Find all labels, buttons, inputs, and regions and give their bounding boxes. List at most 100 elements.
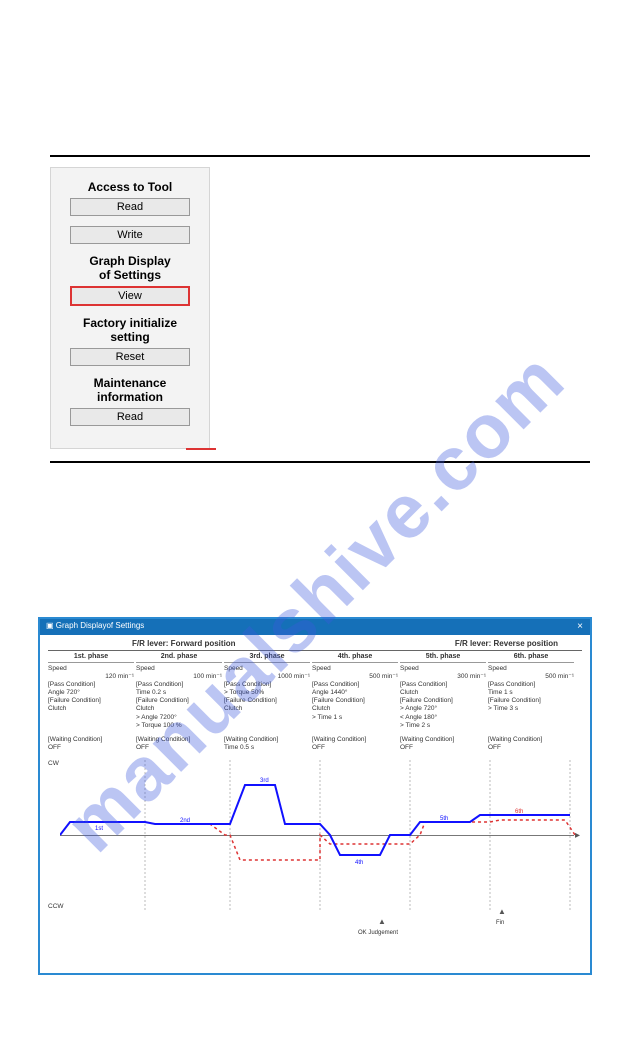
val: 120 min⁻¹ bbox=[48, 673, 134, 681]
phase-3: 3rd. phase Speed 1000 min⁻¹ [Pass Condit… bbox=[224, 653, 312, 730]
chart-area: CW CCW ▸ 1st 2nd 3rd 4th 5 bbox=[48, 760, 582, 910]
val: 500 min⁻¹ bbox=[312, 673, 398, 681]
val: Clutch bbox=[312, 705, 398, 713]
forward-label: F/R lever: Forward position bbox=[132, 639, 236, 648]
lbl: [Failure Condition] bbox=[488, 697, 574, 705]
val: Angle 1440° bbox=[312, 689, 398, 697]
lbl: [Waiting Condition] bbox=[400, 736, 488, 744]
phase-5: 5th. phase Speed 300 min⁻¹ [Pass Conditi… bbox=[400, 653, 488, 730]
lbl-3rd: 3rd bbox=[260, 778, 269, 784]
callout-line bbox=[186, 448, 216, 450]
graph-header: F/R lever: Forward position F/R lever: R… bbox=[48, 639, 582, 651]
val: > Torque 100 % bbox=[136, 722, 222, 730]
section-access-title: Access to Tool bbox=[61, 180, 199, 194]
val: OFF bbox=[400, 744, 488, 752]
lbl: Speed bbox=[488, 665, 574, 673]
phase-4-title: 4th. phase bbox=[312, 653, 398, 663]
val: OFF bbox=[136, 744, 224, 752]
ok-marker-icon: ▲ bbox=[378, 917, 386, 926]
y-axis-cw: CW bbox=[48, 760, 59, 767]
lbl: [Failure Condition] bbox=[224, 697, 310, 705]
val: 300 min⁻¹ bbox=[400, 673, 486, 681]
lbl: [Pass Condition] bbox=[48, 681, 134, 689]
val: Clutch bbox=[400, 689, 486, 697]
lbl: [Pass Condition] bbox=[400, 681, 486, 689]
phase-1: 1st. phase Speed 120 min⁻¹ [Pass Conditi… bbox=[48, 653, 136, 730]
val: 100 min⁻¹ bbox=[136, 673, 222, 681]
reverse-label: F/R lever: Reverse position bbox=[455, 639, 558, 648]
read-button[interactable]: Read bbox=[70, 198, 190, 216]
phase-4: 4th. phase Speed 500 min⁻¹ [Pass Conditi… bbox=[312, 653, 400, 730]
val: Clutch bbox=[48, 705, 134, 713]
fin-marker-label: Fin bbox=[496, 920, 504, 926]
waiting-row: [Waiting Condition]OFF [Waiting Conditio… bbox=[48, 736, 582, 752]
settings-panel: Access to Tool Read Write Graph Display … bbox=[50, 167, 210, 449]
lbl: [Waiting Condition] bbox=[48, 736, 136, 744]
val: Time 0.2 s bbox=[136, 689, 222, 697]
val: Time 1 s bbox=[488, 689, 574, 697]
reset-button[interactable]: Reset bbox=[70, 348, 190, 366]
val: < Angle 180° bbox=[400, 714, 486, 722]
lbl: [Failure Condition] bbox=[312, 697, 398, 705]
phase-2-title: 2nd. phase bbox=[136, 653, 222, 663]
lbl: [Waiting Condition] bbox=[136, 736, 224, 744]
lbl: Speed bbox=[400, 665, 486, 673]
lbl: Speed bbox=[312, 665, 398, 673]
val: 1000 min⁻¹ bbox=[224, 673, 310, 681]
val: Clutch bbox=[136, 705, 222, 713]
lbl: [Pass Condition] bbox=[488, 681, 574, 689]
val: OFF bbox=[488, 744, 576, 752]
lbl: Speed bbox=[224, 665, 310, 673]
phase-3-title: 3rd. phase bbox=[224, 653, 310, 663]
close-icon[interactable]: × bbox=[570, 619, 590, 635]
lbl: [Pass Condition] bbox=[312, 681, 398, 689]
maintenance-read-button[interactable]: Read bbox=[70, 408, 190, 426]
plot-svg: 1st 2nd 3rd 4th 5th 6th bbox=[60, 760, 580, 910]
section-graph-title: Graph Display of Settings bbox=[61, 254, 199, 282]
val: > Angle 7200° bbox=[136, 714, 222, 722]
lbl-6th: 6th bbox=[515, 809, 523, 815]
val: Time 0.5 s bbox=[224, 744, 312, 752]
window-title-text: Graph Displayof Settings bbox=[56, 621, 145, 630]
val: > Torque 50% bbox=[224, 689, 310, 697]
ok-marker-label: OK Judgement bbox=[358, 930, 398, 936]
phase-2: 2nd. phase Speed 100 min⁻¹ [Pass Conditi… bbox=[136, 653, 224, 730]
graph-window-title: ▣ Graph Displayof Settings × bbox=[40, 619, 590, 635]
top-divider bbox=[50, 155, 590, 157]
phase-5-title: 5th. phase bbox=[400, 653, 486, 663]
val: > Time 1 s bbox=[312, 714, 398, 722]
window-icon: ▣ bbox=[46, 621, 54, 630]
lbl-4th: 4th bbox=[355, 860, 363, 866]
lbl: Speed bbox=[48, 665, 67, 672]
graph-window: ▣ Graph Displayof Settings × F/R lever: … bbox=[38, 617, 592, 975]
section-maintenance-title: Maintenance information bbox=[61, 376, 199, 404]
val: > Time 2 s bbox=[400, 722, 486, 730]
phase-6: 6th. phase Speed 500 min⁻¹ [Pass Conditi… bbox=[488, 653, 576, 730]
phase-6-title: 6th. phase bbox=[488, 653, 574, 663]
phase-row: 1st. phase Speed 120 min⁻¹ [Pass Conditi… bbox=[48, 653, 582, 730]
val: 500 min⁻¹ bbox=[488, 673, 574, 681]
write-button[interactable]: Write bbox=[70, 226, 190, 244]
lbl: [Waiting Condition] bbox=[488, 736, 576, 744]
lbl: [Waiting Condition] bbox=[312, 736, 400, 744]
lbl: [Pass Condition] bbox=[224, 681, 310, 689]
view-button[interactable]: View bbox=[70, 286, 190, 306]
val: OFF bbox=[48, 744, 136, 752]
lbl: [Pass Condition] bbox=[136, 681, 222, 689]
val: Clutch bbox=[224, 705, 310, 713]
lbl: [Failure Condition] bbox=[48, 697, 134, 705]
phase-1-title: 1st. phase bbox=[48, 653, 134, 663]
val: > Time 3 s bbox=[488, 705, 574, 713]
val: > Angle 720° bbox=[400, 705, 486, 713]
lbl: Speed bbox=[136, 665, 222, 673]
fin-marker-icon: ▲ bbox=[498, 907, 506, 916]
val: OFF bbox=[312, 744, 400, 752]
val: Angle 720° bbox=[48, 689, 134, 697]
lbl: [Waiting Condition] bbox=[224, 736, 312, 744]
lbl: [Failure Condition] bbox=[136, 697, 222, 705]
lbl-2nd: 2nd bbox=[180, 818, 190, 824]
section-factory-title: Factory initialize setting bbox=[61, 316, 199, 344]
lbl-5th: 5th bbox=[440, 816, 448, 822]
bottom-divider bbox=[50, 461, 590, 463]
lbl-1st: 1st bbox=[95, 826, 103, 832]
